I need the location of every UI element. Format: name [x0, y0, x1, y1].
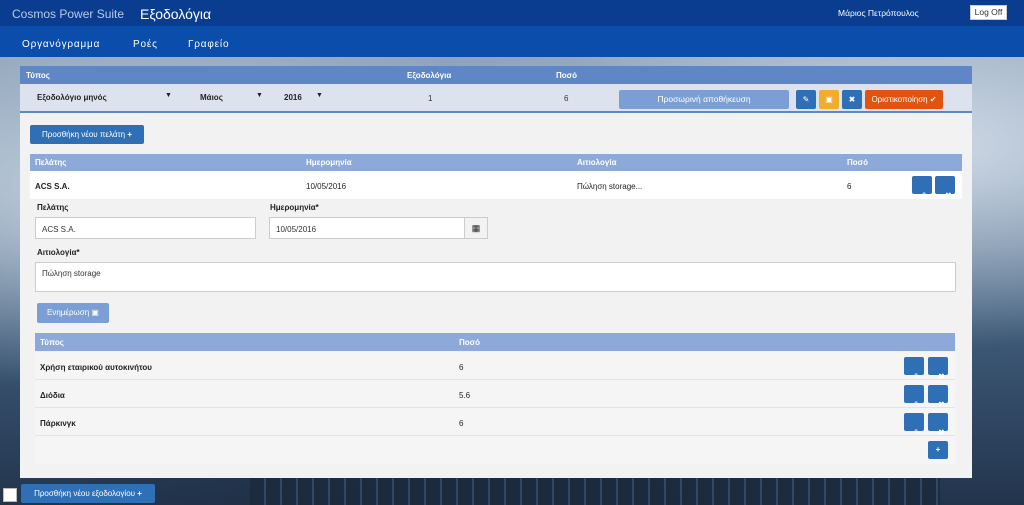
edit-expense-button[interactable]: ✎	[904, 385, 924, 409]
pencil-icon: ✎	[802, 95, 810, 104]
summary-row: Εξοδολόγιο μηνός ▼ Μάιος ▼ 2016 ▼ 1 6 Πρ…	[20, 84, 972, 113]
plus-icon: +	[935, 445, 941, 454]
add-expense-button[interactable]: +	[928, 441, 948, 459]
floppy-disk-icon: ▣	[91, 308, 99, 317]
plus-icon: +	[127, 130, 132, 139]
expenses-table-footer: +	[35, 436, 955, 464]
edit-expense-button[interactable]: ✎	[904, 413, 924, 437]
add-expense-report-button-label: Προσθήκη νέου εξοδολογίου	[34, 489, 136, 498]
edit-report-button[interactable]: ✎	[796, 90, 816, 109]
close-icon: ✖	[848, 95, 856, 104]
customer-field-label: Πελάτης	[37, 203, 69, 212]
chevron-down-icon: ▼	[256, 92, 263, 99]
chevron-down-icon: ▼	[316, 92, 323, 99]
delete-expense-button[interactable]: ✖	[928, 413, 948, 437]
customer-reason: Πώληση storage...	[577, 182, 643, 191]
user-name[interactable]: Μάριος Πετρόπουλος	[838, 8, 919, 18]
customers-table-header: Πελάτης Ημερομηνία Αιτιολογία Ποσό	[30, 154, 962, 171]
calendar-button[interactable]: ▦	[464, 217, 488, 239]
add-customer-button-label: Προσθήκη νέου πελάτη	[41, 130, 126, 139]
year-select-value: 2016	[284, 93, 302, 102]
expenses-table-header: Τύπος Ποσό	[35, 333, 955, 351]
delete-customer-button[interactable]: ✖	[935, 176, 955, 200]
app-title: Cosmos Power Suite	[12, 7, 125, 21]
top-bar: Cosmos Power Suite Εξοδολόγια Μάριος Πετ…	[0, 0, 1024, 26]
month-select[interactable]: Μάιος ▼	[200, 92, 263, 102]
customers-header-reason: Αιτιολογία	[577, 158, 617, 167]
customer-name: ACS S.A.	[35, 182, 70, 191]
page-title: Εξοδολόγια	[140, 6, 212, 22]
main-nav: Οργανόγραμμα Ροές Γραφείο	[0, 26, 1024, 57]
type-select[interactable]: Εξοδολόγιο μηνός ▼	[37, 92, 177, 102]
delete-report-button[interactable]: ✖	[842, 90, 862, 109]
nav-item-office[interactable]: Γραφείο	[188, 39, 229, 50]
expenses-header-type: Τύπος	[40, 338, 64, 347]
update-button[interactable]: Ενημέρωση ▣	[37, 303, 109, 323]
summary-header: Τύπος Εξοδολόγια Ποσό	[20, 66, 972, 84]
customer-amount: 6	[847, 182, 852, 191]
table-row[interactable]: Διόδια 5.6 ✎ ✖	[35, 380, 955, 409]
expense-type: Διόδια	[40, 391, 65, 400]
month-select-value: Μάιος	[200, 93, 223, 102]
table-row[interactable]: Πάρκινγκ 6 ✎ ✖	[35, 408, 955, 437]
customer-field[interactable]: ACS S.A.	[35, 217, 256, 239]
table-row[interactable]: Χρήση εταιρικού αυτοκινήτου 6 ✎ ✖	[35, 352, 955, 381]
floppy-disk-icon: ▣	[825, 95, 833, 104]
expense-report-panel: Τύπος Εξοδολόγια Ποσό Εξοδολόγιο μηνός ▼…	[20, 66, 972, 478]
customers-header-customer: Πελάτης	[35, 158, 67, 167]
update-button-label: Ενημέρωση	[47, 308, 90, 317]
summary-header-amount: Ποσό	[556, 71, 578, 80]
type-select-value: Εξοδολόγιο μηνός	[37, 93, 107, 102]
finalize-button[interactable]: Οριστικοποίηση ✔	[865, 90, 943, 109]
select-checkbox[interactable]	[3, 488, 17, 502]
log-off-button[interactable]: Log Off	[970, 5, 1007, 20]
temp-save-button[interactable]: Προσωρινή αποθήκευση	[619, 90, 789, 109]
customer-date: 10/05/2016	[306, 182, 347, 191]
delete-expense-button[interactable]: ✖	[928, 357, 948, 381]
pencil-icon: ✎	[922, 191, 929, 200]
expense-type: Πάρκινγκ	[40, 419, 76, 428]
date-field-label: Ημερομηνία*	[270, 203, 319, 212]
edit-expense-button[interactable]: ✎	[904, 357, 924, 381]
add-expense-report-button[interactable]: Προσθήκη νέου εξοδολογίου +	[21, 484, 155, 503]
plus-icon: +	[137, 489, 142, 498]
customers-header-date: Ημερομηνία	[306, 158, 352, 167]
expense-amount: 6	[459, 419, 464, 428]
expense-amount: 5.6	[459, 391, 471, 400]
add-customer-button[interactable]: Προσθήκη νέου πελάτη +	[30, 125, 144, 144]
reason-field[interactable]: Πώληση storage	[35, 262, 956, 292]
summary-header-expense-reports: Εξοδολόγια	[407, 71, 452, 80]
close-icon: ✖	[945, 191, 952, 200]
finalize-button-label: Οριστικοποίηση	[871, 95, 928, 104]
reason-field-label: Αιτιολογία*	[37, 248, 80, 257]
table-row[interactable]: ACS S.A. 10/05/2016 Πώληση storage... 6 …	[30, 171, 962, 200]
nav-item-flows[interactable]: Ροές	[133, 39, 158, 50]
expenses-header-amount: Ποσό	[459, 338, 481, 347]
expense-amount: 6	[459, 363, 464, 372]
summary-header-type: Τύπος	[26, 71, 50, 80]
calendar-icon: ▦	[471, 223, 481, 233]
nav-item-org-chart[interactable]: Οργανόγραμμα	[22, 39, 100, 50]
edit-customer-button[interactable]: ✎	[912, 176, 932, 200]
save-report-button[interactable]: ▣	[819, 90, 839, 109]
delete-expense-button[interactable]: ✖	[928, 385, 948, 409]
date-field[interactable]: 10/05/2016	[269, 217, 465, 239]
expense-reports-count: 1	[428, 94, 433, 103]
expense-type: Χρήση εταιρικού αυτοκινήτου	[40, 363, 152, 372]
check-icon: ✔	[929, 95, 937, 104]
summary-amount: 6	[564, 94, 569, 103]
chevron-down-icon: ▼	[165, 92, 172, 99]
year-select[interactable]: 2016 ▼	[284, 92, 326, 102]
customers-header-amount: Ποσό	[847, 158, 869, 167]
